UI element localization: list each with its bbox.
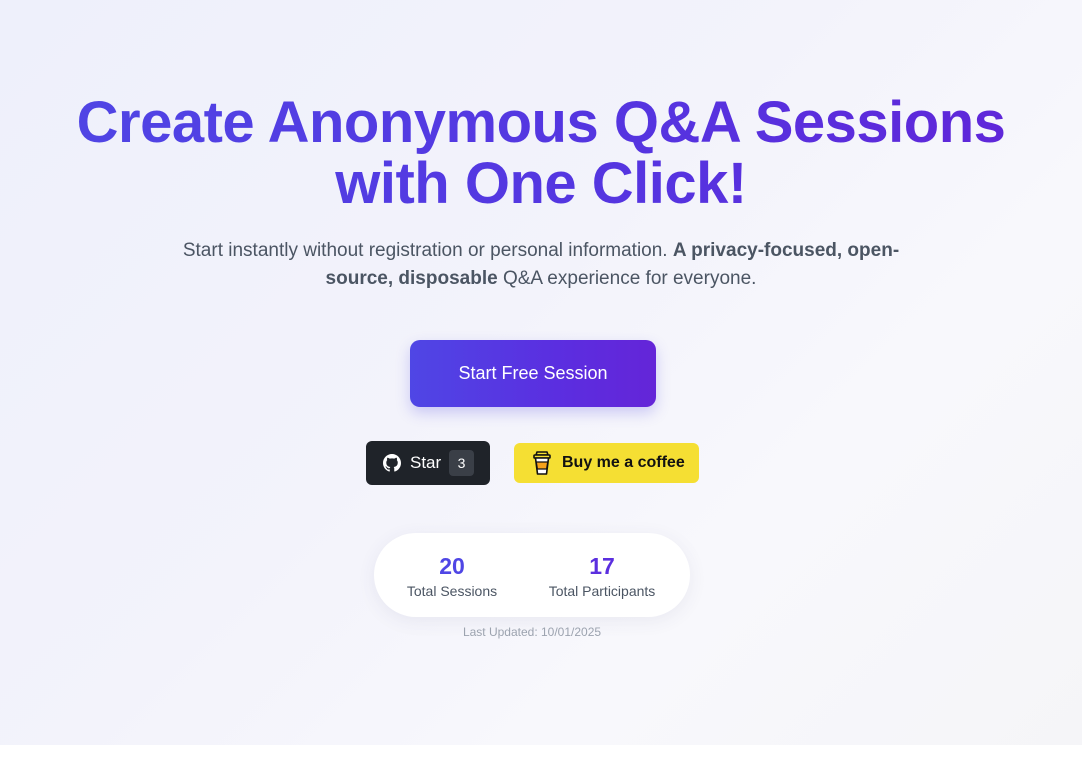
headline-line-1: Create Anonymous Q&A Sessions bbox=[76, 90, 1006, 155]
buy-me-a-coffee-button[interactable]: Buy me a coffee bbox=[514, 443, 699, 483]
hero-section: Create Anonymous Q&A Sessions with One C… bbox=[0, 0, 1082, 745]
subtitle-text: Start instantly without registration or … bbox=[182, 240, 673, 261]
last-updated-text: Last Updated: 10/01/2025 bbox=[462, 625, 602, 639]
stat-total-sessions: 20 Total Sessions bbox=[377, 533, 527, 599]
buy-me-a-coffee-label: Buy me a coffee bbox=[562, 454, 685, 471]
github-icon bbox=[383, 454, 401, 472]
total-sessions-label: Total Sessions bbox=[406, 583, 498, 599]
hero-subtitle: Start instantly without registration or … bbox=[150, 237, 932, 293]
github-star-count: 3 bbox=[449, 450, 474, 476]
start-free-session-label: Start Free Session bbox=[458, 363, 608, 383]
stats-card: 20 Total Sessions 17 Total Participants bbox=[374, 533, 690, 617]
headline-line-2: with One Click! bbox=[335, 151, 747, 216]
next-section bbox=[0, 745, 1082, 783]
coffee-cup-icon bbox=[532, 450, 552, 476]
stat-total-participants: 17 Total Participants bbox=[527, 533, 677, 599]
total-participants-value: 17 bbox=[589, 553, 615, 579]
total-sessions-value: 20 bbox=[439, 553, 465, 579]
total-participants-label: Total Participants bbox=[548, 583, 656, 599]
subtitle-end: Q&A experience for everyone. bbox=[497, 268, 757, 289]
hero-headline: Create Anonymous Q&A Sessions with One C… bbox=[20, 92, 1062, 214]
github-star-button[interactable]: Star 3 bbox=[366, 441, 490, 485]
start-free-session-button[interactable]: Start Free Session bbox=[410, 340, 656, 407]
github-star-label: Star bbox=[410, 453, 442, 472]
